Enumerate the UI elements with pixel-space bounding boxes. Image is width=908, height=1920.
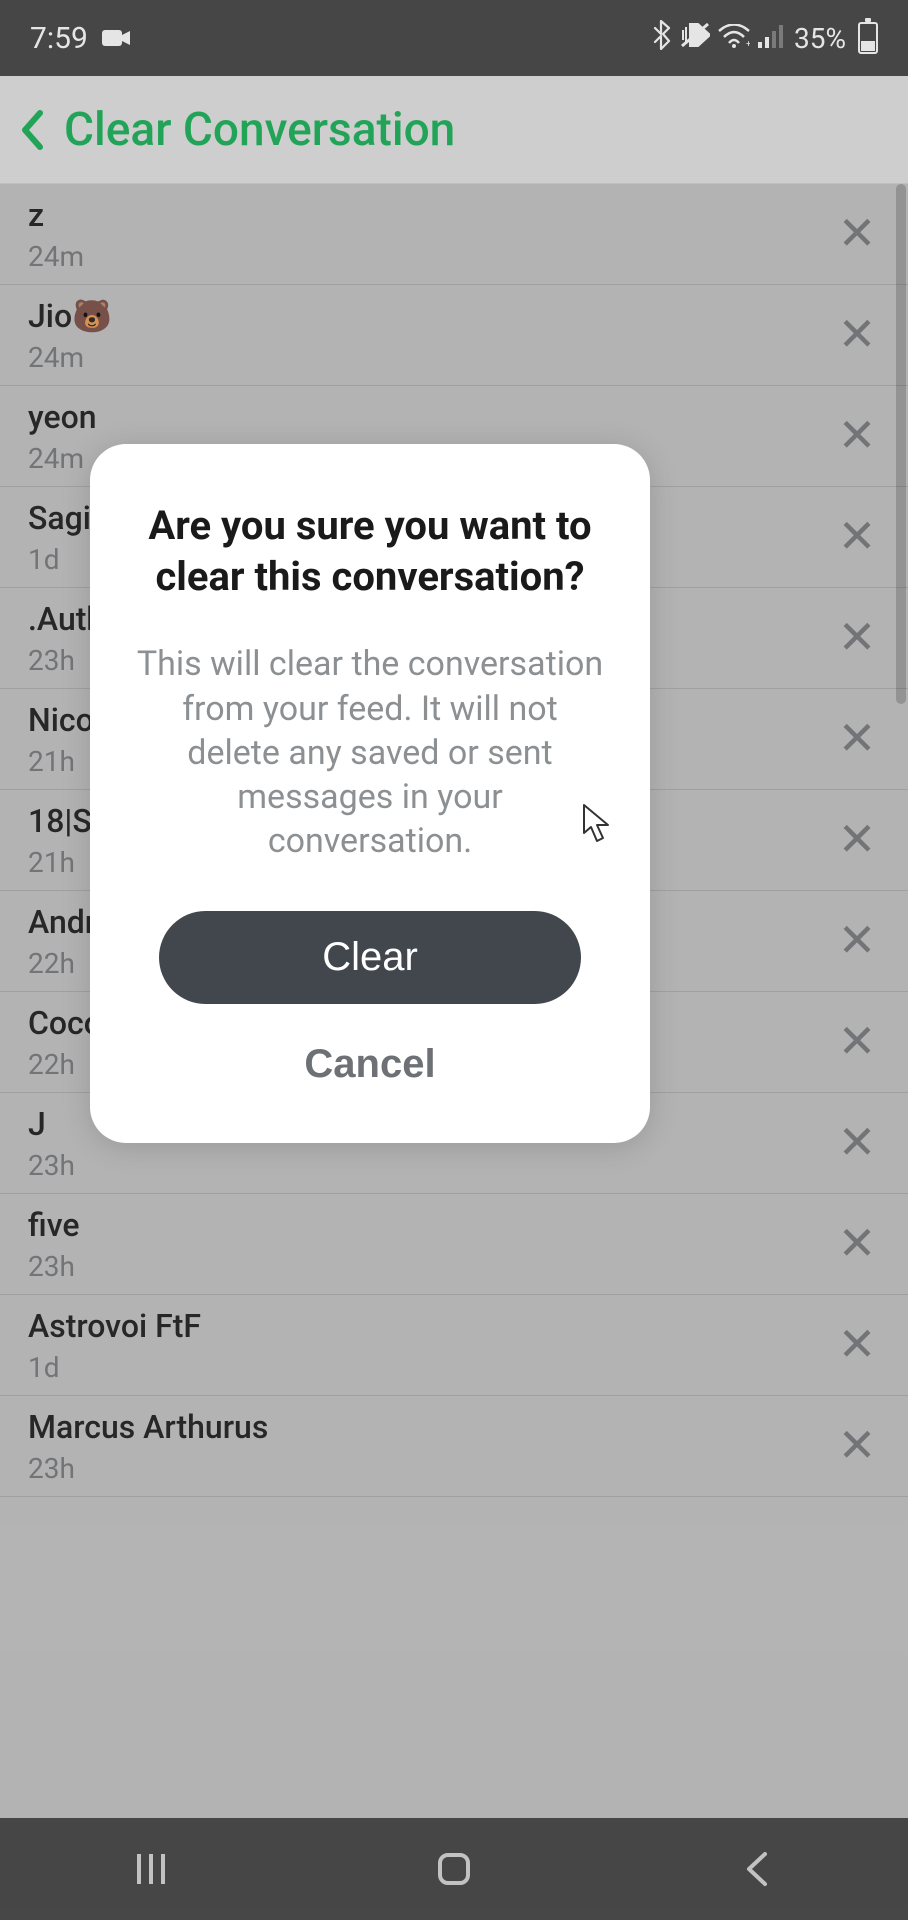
conversation-name: Jio🐻 [28,297,112,335]
list-item[interactable]: Jio🐻 24m ✕ [0,285,908,386]
recents-icon[interactable] [121,1839,181,1899]
home-icon[interactable] [424,1839,484,1899]
back-icon[interactable] [20,110,44,150]
conversation-name: five [28,1206,80,1244]
close-icon[interactable]: ✕ [834,1120,880,1166]
conversation-time: 22h [28,947,96,980]
list-item[interactable]: Astrovoi FtF 1d ✕ [0,1295,908,1396]
close-icon[interactable]: ✕ [834,1322,880,1368]
svg-text:+: + [746,40,750,48]
list-item[interactable]: z 24m ✕ [0,184,908,285]
conversation-time: 23h [28,1452,268,1485]
conversation-time: 21h [28,846,100,879]
bluetooth-icon [652,20,672,57]
conversation-time: 23h [28,1250,80,1283]
conversation-time: 1d [28,1351,201,1384]
conversation-time: 1d [28,543,99,576]
signal-icon [758,22,786,55]
conversation-name: Nico [28,701,94,739]
status-time: 7:59 [30,21,88,56]
conversation-name: z [28,196,84,234]
close-icon[interactable]: ✕ [834,1221,880,1267]
close-icon[interactable]: ✕ [834,918,880,964]
modal-title: Are you sure you want to clear this conv… [134,500,606,602]
conversation-name: J [28,1105,75,1143]
vibrate-icon [680,22,710,55]
modal-body: This will clear the conversation from yo… [134,642,606,863]
status-left: 7:59 [30,21,130,56]
navigation-bar [0,1818,908,1920]
status-right: + 35% [652,20,878,57]
conversation-time: 24m [28,442,97,475]
conversation-name: 18|S| [28,802,100,840]
conversation-name: yeon [28,398,97,436]
close-icon[interactable]: ✕ [834,817,880,863]
scrollbar-track[interactable] [894,184,908,1488]
close-icon[interactable]: ✕ [834,1423,880,1469]
conversation-name: Marcus Arthurus [28,1408,268,1446]
wifi-icon: + [718,22,750,55]
close-icon[interactable]: ✕ [834,716,880,762]
app-header: Clear Conversation [0,76,908,184]
battery-icon [858,22,878,54]
scrollbar-thumb[interactable] [896,184,906,704]
conversation-name: Andr [28,903,96,941]
confirm-clear-modal: Are you sure you want to clear this conv… [90,444,650,1143]
close-icon[interactable]: ✕ [834,1019,880,1065]
conversation-time: 24m [28,240,84,273]
close-icon[interactable]: ✕ [834,211,880,257]
conversation-time: 24m [28,341,112,374]
page-title: Clear Conversation [64,103,455,157]
conversation-time: 23h [28,1149,75,1182]
conversation-name: Sagil [28,499,99,537]
close-icon[interactable]: ✕ [834,413,880,459]
bottom-spacer [0,1698,908,1818]
camera-icon [102,28,130,48]
list-item[interactable]: Marcus Arthurus 23h ✕ [0,1396,908,1497]
battery-text: 35% [794,22,846,55]
close-icon[interactable]: ✕ [834,514,880,560]
clear-button[interactable]: Clear [159,911,581,1004]
cancel-button[interactable]: Cancel [134,1030,606,1099]
back-nav-icon[interactable] [727,1839,787,1899]
conversation-name: Astrovoi FtF [28,1307,201,1345]
status-bar: 7:59 + 35% [0,0,908,76]
conversation-time: 21h [28,745,94,778]
list-item[interactable]: five 23h ✕ [0,1194,908,1295]
close-icon[interactable]: ✕ [834,312,880,358]
close-icon[interactable]: ✕ [834,615,880,661]
